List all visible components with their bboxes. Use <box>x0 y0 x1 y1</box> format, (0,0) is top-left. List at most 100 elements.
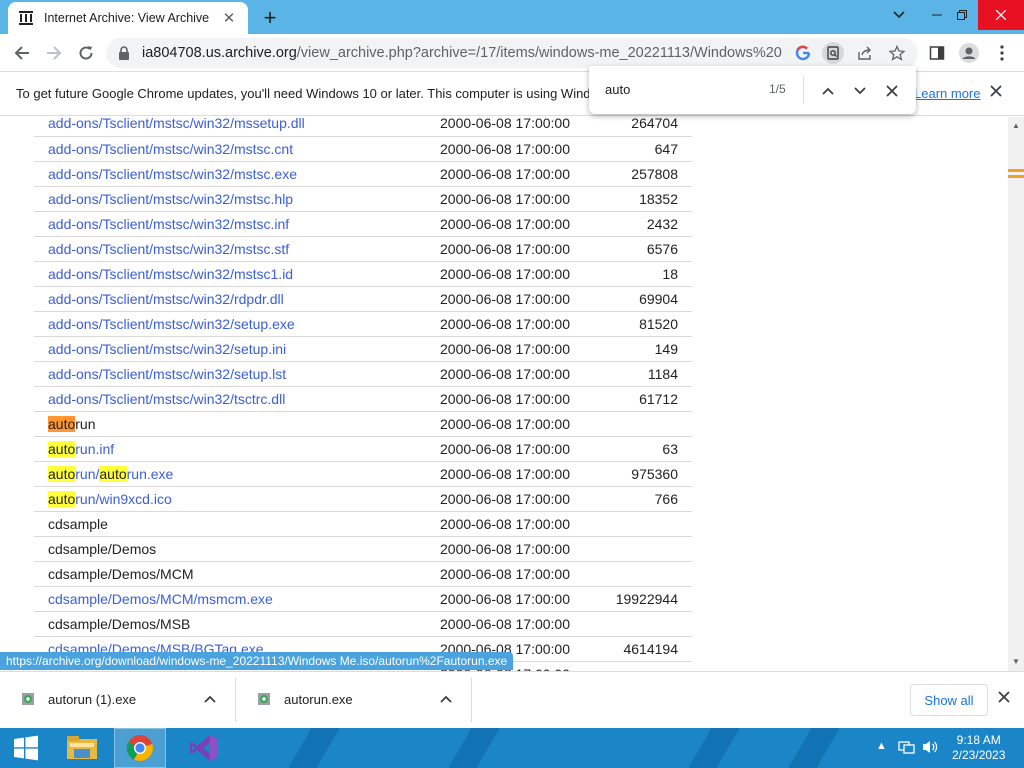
chevron-up-icon[interactable] <box>204 690 216 706</box>
reload-icon[interactable] <box>72 39 100 67</box>
forward-icon[interactable] <box>40 39 68 67</box>
taskbar-decoration <box>782 728 846 768</box>
system-clock[interactable]: 9:18 AM 2/23/2023 <box>952 733 1005 763</box>
side-panel-icon[interactable] <box>925 41 949 65</box>
back-icon[interactable] <box>8 39 36 67</box>
file-row: autorun 2000-06-08 17:00:00 <box>34 411 692 437</box>
download-item[interactable]: autorun.exe <box>236 678 472 722</box>
show-hidden-icons-icon[interactable]: ▲ <box>876 740 887 752</box>
file-link[interactable]: add-ons/Tsclient/mstsc/win32/setup.lst <box>34 361 440 387</box>
file-link[interactable]: add-ons/Tsclient/mstsc/win32/mstsc.cnt <box>34 136 440 162</box>
file-row: cdsample/Demos/MCM 2000-06-08 17:00:00 <box>34 561 692 587</box>
learn-more-link[interactable]: Learn more <box>914 86 980 101</box>
file-name-text: add-ons/Tsclient/mstsc/win32/mstsc.hlp <box>48 190 294 207</box>
file-link[interactable]: cdsample/Demos/MCM/msmcm.exe <box>34 586 440 612</box>
file-size: 257808 <box>590 161 692 187</box>
file-name-text: run.inf <box>75 440 115 457</box>
share-icon[interactable] <box>854 42 876 64</box>
google-lens-icon[interactable] <box>792 42 814 64</box>
page-viewport: add-ons/Tsclient/mstsc/win32/mssetup.dll… <box>0 117 1008 671</box>
exe-file-icon <box>20 691 36 712</box>
find-input[interactable]: auto <box>605 82 630 97</box>
file-link[interactable]: add-ons/Tsclient/mstsc/win32/mstsc1.id <box>34 261 440 287</box>
tab-search-icon[interactable] <box>882 0 916 30</box>
file-link[interactable]: add-ons/Tsclient/mstsc/win32/mssetup.dll <box>34 117 440 137</box>
chrome-icon[interactable] <box>114 728 166 768</box>
file-link[interactable]: add-ons/Tsclient/mstsc/win32/mstsc.hlp <box>34 186 440 212</box>
file-link[interactable]: autorun/win9xcd.ico <box>34 486 440 512</box>
scroll-down-icon[interactable]: ▼ <box>1011 657 1021 667</box>
file-size <box>590 411 692 437</box>
file-size: 18 <box>590 261 692 287</box>
new-tab-button[interactable]: + <box>258 5 282 30</box>
url-text[interactable]: ia804708.us.archive.org/view_archive.php… <box>142 45 782 61</box>
file-link[interactable]: add-ons/Tsclient/mstsc/win32/rdpdr.dll <box>34 286 440 312</box>
folder-name: cdsample/Demos <box>34 536 440 562</box>
tab-close-icon[interactable]: ✕ <box>220 9 238 27</box>
file-name-text: run <box>75 415 96 432</box>
file-link[interactable]: add-ons/Tsclient/mstsc/win32/tsctrc.dll <box>34 386 440 412</box>
find-next-icon[interactable] <box>849 80 871 102</box>
tab-active[interactable]: Internet Archive: View Archive ✕ <box>8 2 248 34</box>
file-link[interactable]: autorun.inf <box>34 436 440 462</box>
find-marker-active <box>1008 169 1024 172</box>
file-row: add-ons/Tsclient/mstsc/win32/mstsc.cnt 20… <box>34 136 692 162</box>
menu-kebab-icon[interactable] <box>990 41 1014 65</box>
download-shelf: autorun (1).exe autorun.exe Show all <box>0 671 1024 727</box>
find-previous-icon[interactable] <box>817 80 839 102</box>
file-date: 2000-06-08 17:00:00 <box>440 161 590 187</box>
file-link[interactable]: add-ons/Tsclient/mstsc/win32/mstsc.stf <box>34 236 440 262</box>
file-link[interactable]: add-ons/Tsclient/mstsc/win32/setup.ini <box>34 336 440 362</box>
find-highlight: auto <box>48 465 76 482</box>
file-explorer-icon[interactable] <box>56 728 108 768</box>
folder-name: cdsample/Demos/MCM <box>34 561 440 587</box>
shelf-close-icon[interactable] <box>998 690 1010 708</box>
scroll-up-icon[interactable]: ▲ <box>1011 121 1021 131</box>
start-windows-icon[interactable] <box>0 728 52 768</box>
visual-studio-icon[interactable] <box>178 728 230 768</box>
download-filename: autorun.exe <box>284 692 353 707</box>
file-date: 2000-06-08 17:00:00 <box>440 386 590 412</box>
address-bar[interactable]: ia804708.us.archive.org/view_archive.php… <box>106 38 918 68</box>
chevron-up-icon[interactable] <box>440 690 452 706</box>
infobar-close-icon[interactable] <box>990 84 1002 102</box>
show-all-button[interactable]: Show all <box>910 684 988 716</box>
file-date: 2000-06-08 17:00:00 <box>440 511 590 537</box>
file-row: add-ons/Tsclient/mstsc/win32/mstsc1.id 20… <box>34 261 692 287</box>
file-link[interactable]: add-ons/Tsclient/mstsc/win32/mstsc.exe <box>34 161 440 187</box>
tab-strip: Internet Archive: View Archive ✕ + <box>0 0 1024 34</box>
network-icon[interactable] <box>898 739 916 758</box>
file-name-text: run/win9xcd.ico <box>75 490 172 507</box>
find-bar: auto 1/5 <box>589 66 916 114</box>
file-name-text: add-ons/Tsclient/mstsc/win32/tsctrc.dll <box>48 390 286 407</box>
file-row: add-ons/Tsclient/mstsc/win32/mstsc.inf 20… <box>34 211 692 237</box>
file-size: 149 <box>590 336 692 362</box>
file-name-text: add-ons/Tsclient/mstsc/win32/mstsc.exe <box>48 165 297 182</box>
file-link[interactable]: add-ons/Tsclient/mstsc/win32/mstsc.inf <box>34 211 440 237</box>
file-date: 2000-06-08 17:00:00 <box>440 336 590 362</box>
volume-icon[interactable] <box>922 739 940 758</box>
file-date: 2000-06-08 17:00:00 <box>440 486 590 512</box>
file-name-text: cdsample/Demos/MCM <box>48 565 194 582</box>
file-date: 2000-06-08 17:00:00 <box>440 586 590 612</box>
file-date: 2000-06-08 17:00:00 <box>440 211 590 237</box>
find-in-page-icon[interactable] <box>822 42 844 64</box>
file-row: cdsample/Demos 2000-06-08 17:00:00 <box>34 536 692 562</box>
file-size <box>590 661 692 671</box>
lock-icon[interactable] <box>118 46 130 65</box>
restore-icon[interactable] <box>945 0 979 30</box>
file-link[interactable]: add-ons/Tsclient/mstsc/win32/setup.exe <box>34 311 440 337</box>
bookmark-star-icon[interactable] <box>886 42 908 64</box>
window-close-icon[interactable] <box>978 0 1024 30</box>
archive-file-table: add-ons/Tsclient/mstsc/win32/mssetup.dll… <box>34 117 692 671</box>
file-row: autorun.inf 2000-06-08 17:00:00 63 <box>34 436 692 462</box>
status-url-bubble: https://archive.org/download/windows-me_… <box>0 652 514 670</box>
file-link[interactable]: autorun/autorun.exe <box>34 461 440 487</box>
find-close-icon[interactable] <box>881 80 903 102</box>
folder-name: autorun <box>34 411 440 437</box>
file-date: 2000-06-08 17:00:00 <box>440 611 590 637</box>
page-scrollbar[interactable]: ▲ ▼ <box>1008 117 1024 671</box>
download-item[interactable]: autorun (1).exe <box>0 678 236 722</box>
profile-avatar-icon[interactable] <box>957 41 981 65</box>
file-name-text: cdsample/Demos/MSB <box>48 615 191 632</box>
